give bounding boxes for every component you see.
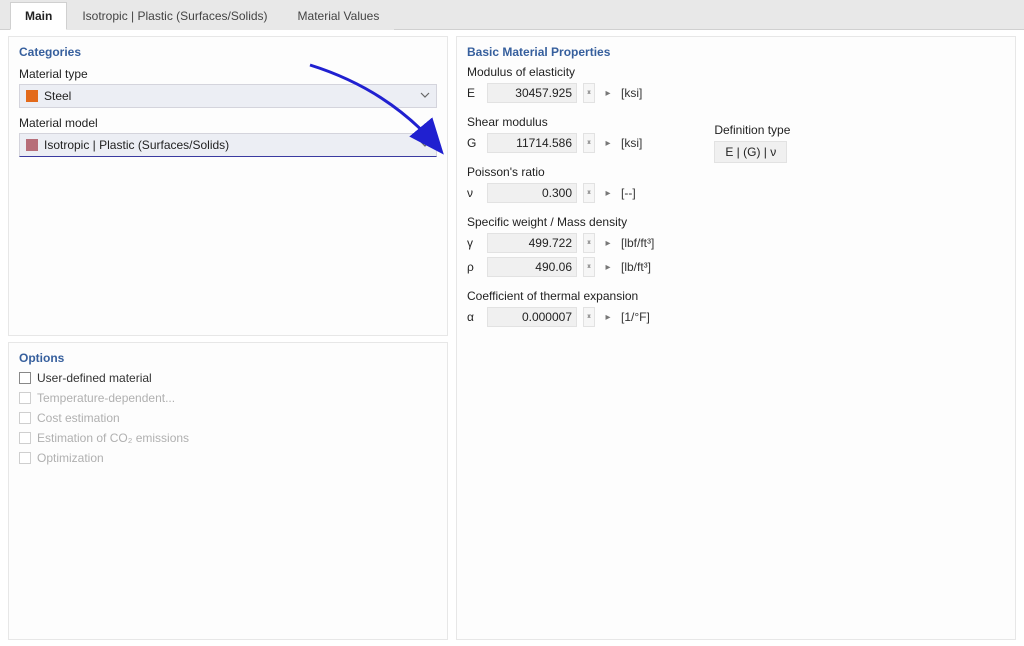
panel-basic-material-properties: Basic Material Properties Modulus of ela… <box>456 36 1016 640</box>
categories-title: Categories <box>19 45 437 59</box>
checkbox-temperature-dependent: Temperature-dependent... <box>19 391 437 405</box>
symbol-rho: ρ <box>467 260 481 274</box>
material-model-label: Material model <box>19 116 437 130</box>
symbol-nu: ν <box>467 186 481 200</box>
checkbox-label: Estimation of CO₂ emissions <box>37 431 189 445</box>
checkbox-optimization: Optimization <box>19 451 437 465</box>
material-type-label: Material type <box>19 67 437 81</box>
symbol-E: E <box>467 86 481 100</box>
checkbox-cost-estimation: Cost estimation <box>19 411 437 425</box>
definition-type-label: Definition type <box>714 123 790 137</box>
tabbar: Main Isotropic | Plastic (Surfaces/Solid… <box>0 0 1024 30</box>
definition-type-value[interactable]: E | (G) | ν <box>714 141 787 163</box>
properties-title: Basic Material Properties <box>467 45 1005 59</box>
material-type-value: Steel <box>44 89 420 103</box>
expand-icon[interactable]: ▸ <box>601 312 615 323</box>
symbol-alpha: α <box>467 310 481 324</box>
tab-isotropic-plastic[interactable]: Isotropic | Plastic (Surfaces/Solids) <box>67 2 282 30</box>
tab-main[interactable]: Main <box>10 2 67 30</box>
checkbox-icon <box>19 432 31 444</box>
unit-G: [ksi] <box>621 136 642 150</box>
expand-icon[interactable]: ▸ <box>601 262 615 273</box>
input-shear-modulus[interactable]: 11714.586 <box>487 133 577 153</box>
spinner-icon[interactable]: ▴▾ <box>583 133 595 153</box>
modulus-of-elasticity-label: Modulus of elasticity <box>467 65 654 79</box>
options-title: Options <box>19 351 437 365</box>
unit-E: [ksi] <box>621 86 642 100</box>
spinner-icon[interactable]: ▴▾ <box>583 307 595 327</box>
spinner-icon[interactable]: ▴▾ <box>583 233 595 253</box>
material-model-swatch-icon <box>26 139 38 151</box>
checkbox-label: Optimization <box>37 451 104 465</box>
checkbox-user-defined[interactable]: User-defined material <box>19 371 437 385</box>
expand-icon[interactable]: ▸ <box>601 238 615 249</box>
material-model-dropdown[interactable]: Isotropic | Plastic (Surfaces/Solids) <box>19 133 437 157</box>
input-mass-density[interactable]: 490.06 <box>487 257 577 277</box>
input-thermal-expansion[interactable]: 0.000007 <box>487 307 577 327</box>
expand-icon[interactable]: ▸ <box>601 138 615 149</box>
spinner-icon[interactable]: ▴▾ <box>583 183 595 203</box>
shear-modulus-label: Shear modulus <box>467 115 654 129</box>
checkbox-label: Temperature-dependent... <box>37 391 175 405</box>
expand-icon[interactable]: ▸ <box>601 88 615 99</box>
unit-gamma: [lbf/ft³] <box>621 236 654 250</box>
poissons-ratio-label: Poisson's ratio <box>467 165 654 179</box>
panel-categories: Categories Material type Steel Material … <box>8 36 448 336</box>
checkbox-label: User-defined material <box>37 371 152 385</box>
chevron-down-icon <box>420 89 430 103</box>
unit-alpha: [1/°F] <box>621 310 650 324</box>
spinner-icon[interactable]: ▴▾ <box>583 83 595 103</box>
input-poissons-ratio[interactable]: 0.300 <box>487 183 577 203</box>
unit-nu: [--] <box>621 186 636 200</box>
input-modulus-of-elasticity[interactable]: 30457.925 <box>487 83 577 103</box>
expand-icon[interactable]: ▸ <box>601 188 615 199</box>
checkbox-icon <box>19 392 31 404</box>
material-model-value: Isotropic | Plastic (Surfaces/Solids) <box>44 138 420 152</box>
material-type-swatch-icon <box>26 90 38 102</box>
checkbox-label: Cost estimation <box>37 411 120 425</box>
checkbox-icon <box>19 412 31 424</box>
panel-options: Options User-defined material Temperatur… <box>8 342 448 640</box>
unit-rho: [lb/ft³] <box>621 260 651 274</box>
checkbox-co2-emissions: Estimation of CO₂ emissions <box>19 431 437 445</box>
input-specific-weight[interactable]: 499.722 <box>487 233 577 253</box>
checkbox-icon <box>19 372 31 384</box>
tab-material-values[interactable]: Material Values <box>283 2 395 30</box>
material-type-dropdown[interactable]: Steel <box>19 84 437 108</box>
specific-weight-label: Specific weight / Mass density <box>467 215 654 229</box>
symbol-G: G <box>467 136 481 150</box>
spinner-icon[interactable]: ▴▾ <box>583 257 595 277</box>
symbol-gamma: γ <box>467 236 481 250</box>
checkbox-icon <box>19 452 31 464</box>
chevron-down-icon <box>420 138 430 152</box>
thermal-expansion-label: Coefficient of thermal expansion <box>467 289 654 303</box>
